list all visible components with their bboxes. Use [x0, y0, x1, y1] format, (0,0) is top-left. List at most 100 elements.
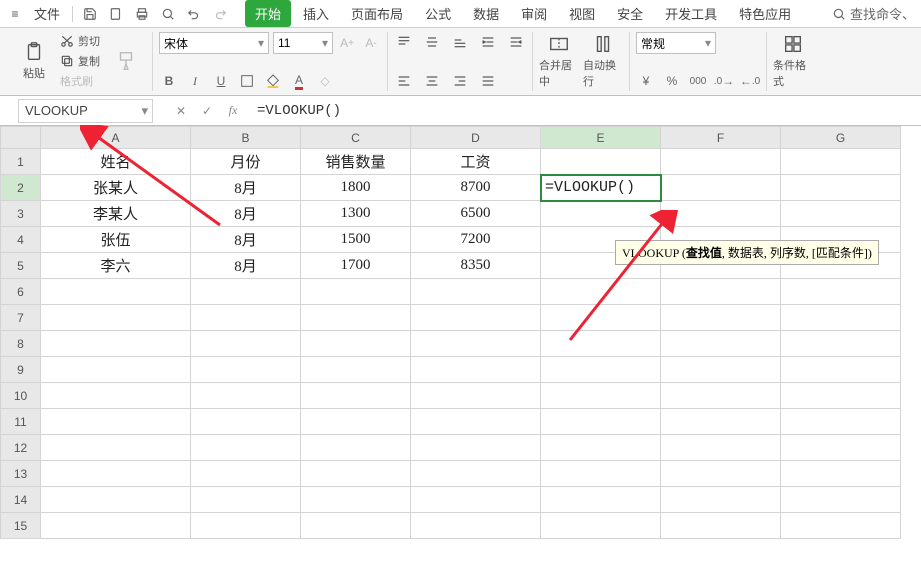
row-header[interactable]: 5	[1, 253, 41, 279]
row-header[interactable]: 7	[1, 305, 41, 331]
cell[interactable]	[41, 513, 191, 539]
col-header-G[interactable]: G	[781, 127, 901, 149]
cancel-icon[interactable]: ✕	[173, 104, 189, 118]
cell[interactable]	[781, 279, 901, 305]
align-center-icon[interactable]	[422, 71, 442, 91]
cell[interactable]	[41, 487, 191, 513]
conditional-format-button[interactable]: 条件格式	[773, 32, 813, 90]
cell[interactable]: 工资	[411, 149, 541, 175]
cell[interactable]	[541, 409, 661, 435]
search-commands[interactable]: 查找命令、	[832, 4, 915, 23]
cell[interactable]: 6500	[411, 201, 541, 227]
cell[interactable]	[301, 487, 411, 513]
select-all-corner[interactable]	[1, 127, 41, 149]
cell[interactable]	[41, 331, 191, 357]
cell[interactable]: 张某人	[41, 175, 191, 201]
row-header[interactable]: 14	[1, 487, 41, 513]
cell[interactable]	[301, 461, 411, 487]
cell[interactable]: 8350	[411, 253, 541, 279]
name-box[interactable]: VLOOKUP ▾	[18, 99, 153, 123]
row-header[interactable]: 6	[1, 279, 41, 305]
cell[interactable]	[541, 305, 661, 331]
cell[interactable]	[781, 175, 901, 201]
cell[interactable]: 1500	[301, 227, 411, 253]
cell[interactable]	[781, 461, 901, 487]
cell[interactable]	[301, 357, 411, 383]
cell[interactable]	[661, 279, 781, 305]
italic-icon[interactable]: I	[185, 71, 205, 91]
cell[interactable]	[411, 305, 541, 331]
cell[interactable]: 8月	[191, 253, 301, 279]
cell[interactable]	[41, 305, 191, 331]
cell[interactable]	[661, 357, 781, 383]
font-color-icon[interactable]: A	[289, 71, 309, 91]
cell[interactable]	[191, 279, 301, 305]
row-header[interactable]: 4	[1, 227, 41, 253]
decrease-decimal-icon[interactable]: ←.0	[740, 71, 760, 91]
bold-icon[interactable]: B	[159, 71, 179, 91]
row-header[interactable]: 10	[1, 383, 41, 409]
cell[interactable]	[541, 201, 661, 227]
percent-icon[interactable]: %	[662, 71, 682, 91]
cell[interactable]	[191, 487, 301, 513]
row-header[interactable]: 13	[1, 461, 41, 487]
cell[interactable]: 8700	[411, 175, 541, 201]
tab-start[interactable]: 开始	[245, 0, 291, 27]
cell[interactable]	[781, 149, 901, 175]
row-header[interactable]: 12	[1, 435, 41, 461]
tab-formulas[interactable]: 公式	[415, 0, 461, 27]
col-header-B[interactable]: B	[191, 127, 301, 149]
file-menu[interactable]: 文件	[28, 4, 66, 23]
cell[interactable]	[661, 201, 781, 227]
cell[interactable]	[191, 513, 301, 539]
cell[interactable]	[661, 383, 781, 409]
cell[interactable]: 张伍	[41, 227, 191, 253]
cell[interactable]	[41, 357, 191, 383]
format-painter-lg[interactable]	[106, 32, 146, 90]
cell[interactable]	[301, 305, 411, 331]
format-painter-button[interactable]: 格式刷	[58, 72, 102, 90]
cell[interactable]: 月份	[191, 149, 301, 175]
cell[interactable]	[661, 175, 781, 201]
tab-data[interactable]: 数据	[463, 0, 509, 27]
cell[interactable]	[301, 279, 411, 305]
cell[interactable]	[781, 409, 901, 435]
tab-security[interactable]: 安全	[607, 0, 653, 27]
fx-icon[interactable]: fx	[225, 103, 241, 118]
indent-left-icon[interactable]	[478, 32, 498, 52]
cell[interactable]	[411, 279, 541, 305]
menu-icon[interactable]: ≡	[6, 5, 24, 23]
decrease-font-icon[interactable]: A-	[361, 33, 381, 53]
cell[interactable]: 1300	[301, 201, 411, 227]
redo-icon[interactable]	[209, 3, 231, 25]
underline-icon[interactable]: U	[211, 71, 231, 91]
col-header-A[interactable]: A	[41, 127, 191, 149]
cell[interactable]	[411, 435, 541, 461]
row-header[interactable]: 9	[1, 357, 41, 383]
cell[interactable]	[661, 331, 781, 357]
undo-icon[interactable]	[183, 3, 205, 25]
row-header[interactable]: 1	[1, 149, 41, 175]
cell[interactable]	[781, 201, 901, 227]
cell[interactable]	[191, 435, 301, 461]
tab-page-layout[interactable]: 页面布局	[341, 0, 413, 27]
cell[interactable]	[541, 331, 661, 357]
font-size-select[interactable]: 11▾	[273, 32, 333, 54]
align-top-icon[interactable]	[394, 32, 414, 52]
cell[interactable]	[781, 383, 901, 409]
cell[interactable]	[661, 487, 781, 513]
row-header[interactable]: 2	[1, 175, 41, 201]
cell[interactable]	[541, 461, 661, 487]
cell[interactable]: 8月	[191, 201, 301, 227]
cell[interactable]: 7200	[411, 227, 541, 253]
cell[interactable]	[41, 383, 191, 409]
col-header-F[interactable]: F	[661, 127, 781, 149]
align-right-icon[interactable]	[450, 71, 470, 91]
cell[interactable]	[541, 149, 661, 175]
paste-button[interactable]: 粘贴	[14, 32, 54, 90]
cell[interactable]	[541, 487, 661, 513]
col-header-D[interactable]: D	[411, 127, 541, 149]
cell[interactable]	[191, 357, 301, 383]
cell[interactable]: 销售数量	[301, 149, 411, 175]
cell[interactable]	[301, 383, 411, 409]
